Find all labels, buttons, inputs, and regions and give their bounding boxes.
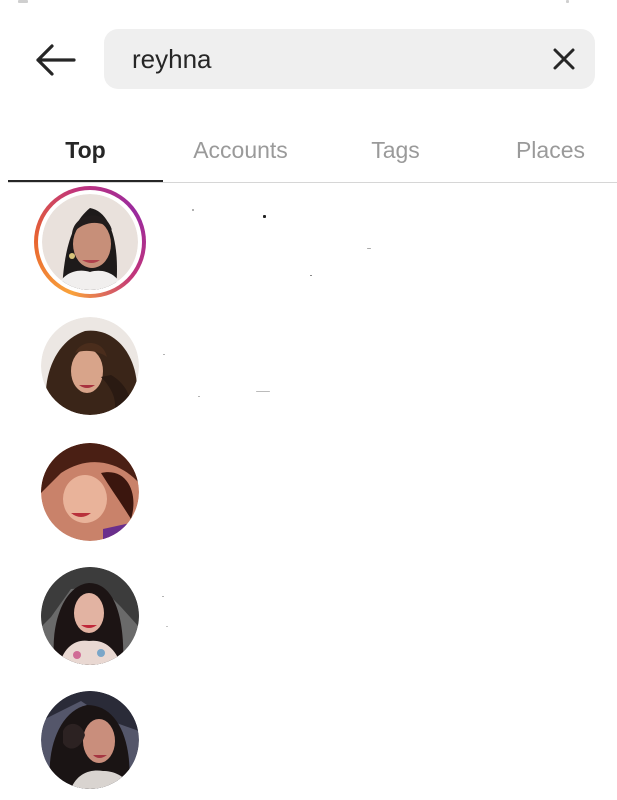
story-ring <box>34 186 146 298</box>
search-result-account[interactable] <box>34 560 594 670</box>
profile-photo <box>42 194 138 290</box>
tab-places[interactable]: Places <box>473 118 617 182</box>
avatar <box>34 684 146 796</box>
close-icon <box>553 48 575 70</box>
search-bar <box>104 29 595 89</box>
status-bar-remnant <box>566 0 569 3</box>
tab-accounts[interactable]: Accounts <box>163 118 318 182</box>
profile-photo <box>41 443 139 541</box>
profile-photo <box>41 567 139 665</box>
search-result-account[interactable] <box>34 684 594 794</box>
active-tab-indicator <box>8 180 163 182</box>
tab-top[interactable]: Top <box>8 118 163 182</box>
search-result-account[interactable] <box>34 186 594 298</box>
search-result-account[interactable] <box>34 436 594 546</box>
avatar <box>34 436 146 548</box>
search-tabs: Top Accounts Tags Places <box>8 118 617 184</box>
search-screen: Top Accounts Tags Places <box>0 0 617 800</box>
back-button[interactable] <box>30 38 80 82</box>
avatar <box>34 310 146 422</box>
tabs-divider <box>8 182 617 183</box>
arrow-left-icon <box>36 44 76 76</box>
search-input[interactable] <box>132 29 532 89</box>
avatar <box>34 560 146 672</box>
tab-tags[interactable]: Tags <box>318 118 473 182</box>
avatar <box>34 186 146 298</box>
status-bar-remnant <box>18 0 28 3</box>
status-bar <box>0 0 617 8</box>
search-result-account[interactable] <box>34 310 594 420</box>
profile-photo <box>41 317 139 415</box>
profile-photo <box>41 691 139 789</box>
clear-search-button[interactable] <box>549 44 579 74</box>
